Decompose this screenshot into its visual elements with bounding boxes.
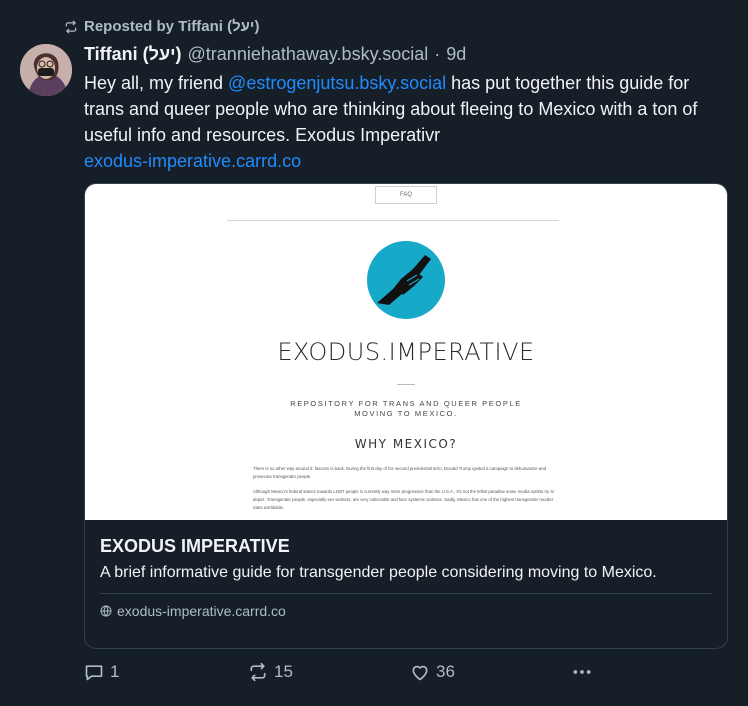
thumbnail-heading: WHY MEXICO? xyxy=(354,437,458,451)
reply-icon xyxy=(85,665,103,681)
post-timestamp[interactable]: 9d xyxy=(446,44,466,65)
post-text: Hey all, my friend @estrogenjutsu.bsky.s… xyxy=(84,70,734,174)
thumbnail-paragraph: Although Mexico's federal stance towards… xyxy=(253,489,555,510)
repost-button[interactable]: 15 xyxy=(248,662,293,682)
post-actions: 1 15 36 xyxy=(0,662,748,686)
more-icon xyxy=(573,670,591,674)
heart-icon xyxy=(412,665,428,681)
link-preview-domain-text: exodus-imperative.carrd.co xyxy=(117,603,286,619)
header-separator: · xyxy=(434,44,441,64)
thumbnail-body: There is no other way around it: fascism… xyxy=(253,465,561,519)
link-preview-card[interactable]: FAQ EXODUS.IMPERATIVE REPOSITORY FOR TRA… xyxy=(84,183,728,649)
author-handle[interactable]: @tranniehathaway.bsky.social xyxy=(188,44,429,65)
thumbnail-faq-button: FAQ xyxy=(375,186,437,204)
link-preview-meta: EXODUS IMPERATIVE A brief informative gu… xyxy=(85,520,727,619)
link-preview-domain: exodus-imperative.carrd.co xyxy=(100,603,712,619)
link-preview-description: A brief informative guide for transgende… xyxy=(100,564,657,581)
repost-icon xyxy=(65,20,77,33)
link-preview-title: EXODUS IMPERATIVE xyxy=(100,536,290,556)
avatar-image xyxy=(20,44,72,96)
post-header: Tiffani (יעל) @tranniehathaway.bsky.soci… xyxy=(84,44,466,65)
thumbnail-site-title: EXODUS.IMPERATIVE xyxy=(277,338,535,366)
link-preview-divider xyxy=(100,593,712,594)
repost-label: Reposted by Tiffani (יעל) xyxy=(84,18,260,35)
exodus-logo-icon xyxy=(367,241,445,319)
like-button[interactable]: 36 xyxy=(410,662,455,682)
like-count: 36 xyxy=(436,662,455,681)
reply-button[interactable]: 1 xyxy=(84,662,119,682)
avatar[interactable] xyxy=(20,44,72,96)
reply-count: 1 xyxy=(110,662,120,681)
repost-count: 15 xyxy=(274,662,293,681)
thumbnail-short-divider xyxy=(397,384,415,385)
repost-indicator[interactable]: Reposted by Tiffani (יעל) xyxy=(64,18,259,35)
thumbnail-paragraph: There is no other way around it: fascism… xyxy=(253,466,547,479)
mention-link[interactable]: @estrogenjutsu.bsky.social xyxy=(228,73,446,93)
repost-icon xyxy=(250,662,266,682)
post-link[interactable]: exodus-imperative.carrd.co xyxy=(84,151,301,171)
more-options-button[interactable] xyxy=(572,662,592,682)
post-text-part: Hey all, my friend xyxy=(84,73,229,93)
link-preview-thumbnail: FAQ EXODUS.IMPERATIVE REPOSITORY FOR TRA… xyxy=(85,184,727,520)
thumbnail-tagline: REPOSITORY FOR TRANS AND QUEER PEOPLE MO… xyxy=(290,399,522,418)
globe-icon xyxy=(100,605,112,617)
author-name[interactable]: Tiffani (יעל) xyxy=(84,44,182,65)
thumbnail-divider xyxy=(227,220,559,221)
